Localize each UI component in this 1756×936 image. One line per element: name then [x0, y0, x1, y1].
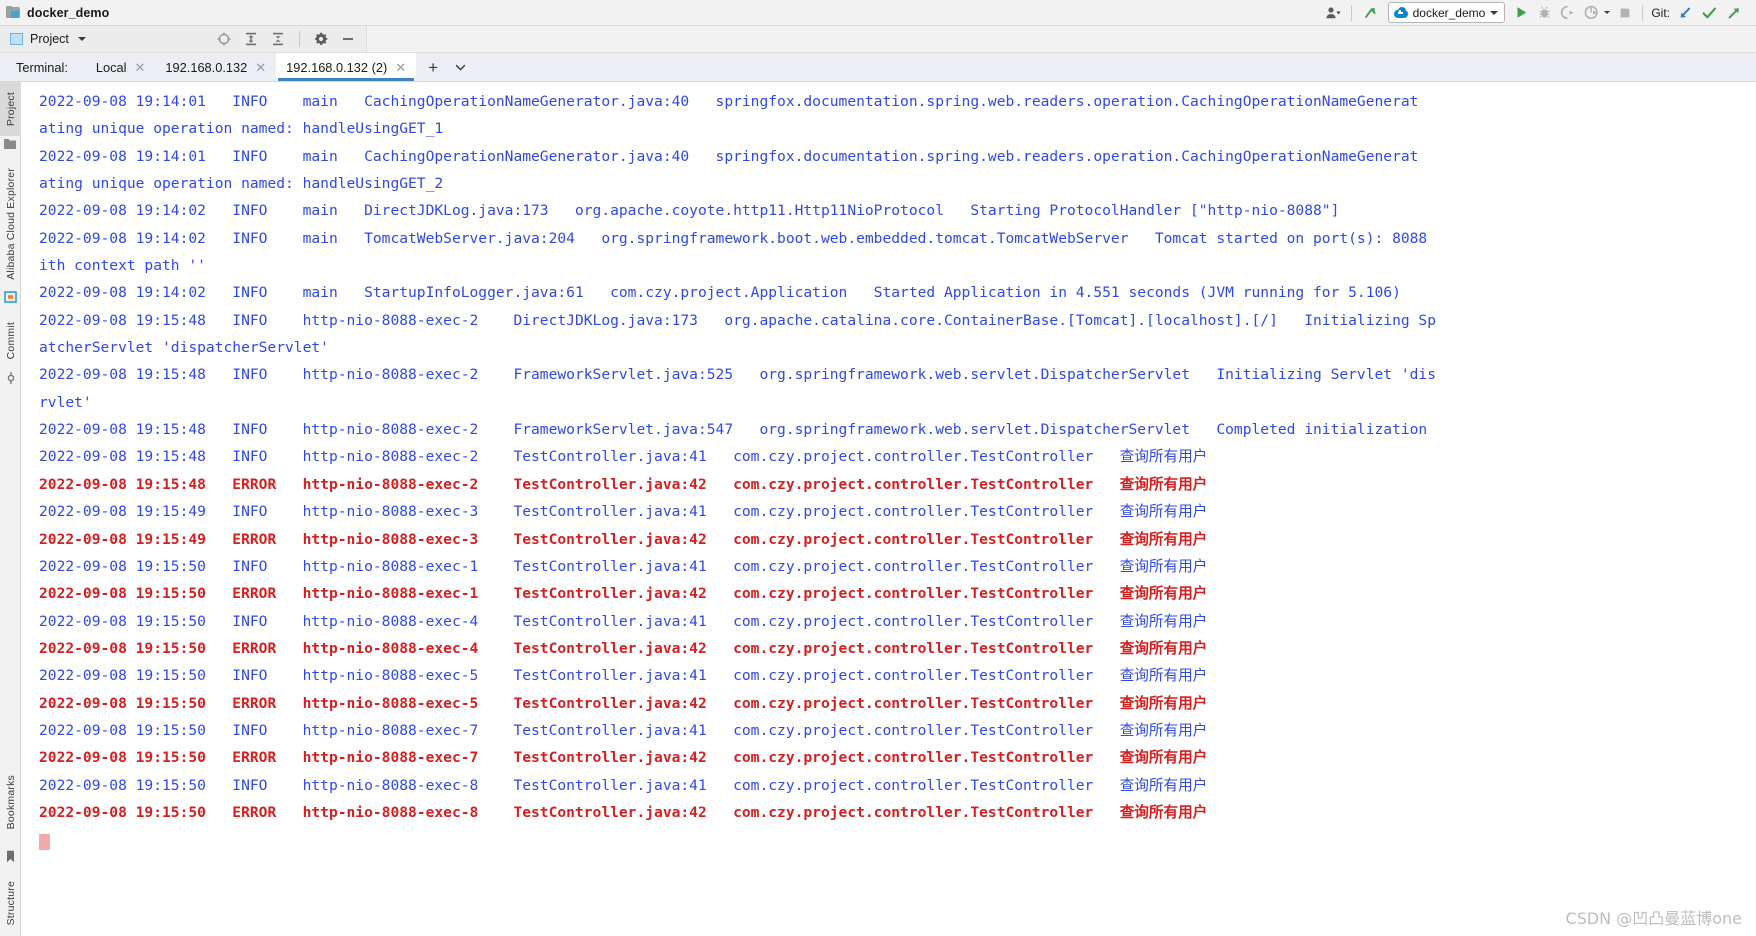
cloud-run-config-icon	[1393, 7, 1408, 18]
window-title: docker_demo	[27, 5, 110, 20]
debug-bug-icon[interactable]	[1533, 2, 1556, 24]
project-tool-bar: Project	[0, 26, 1756, 53]
terminal-tab-192-168-0-132-2[interactable]: 192.168.0.132 (2) ✕	[276, 53, 417, 81]
title-bar-left: docker_demo	[6, 6, 109, 20]
project-panel-label: Project	[30, 32, 69, 46]
settings-gear-icon[interactable]	[309, 28, 333, 50]
close-icon[interactable]: ✕	[255, 61, 266, 74]
log-line: 2022-09-08 19:15:50 ERROR http-nio-8088-…	[39, 749, 1208, 767]
log-line: 2022-09-08 19:15:49 ERROR http-nio-8088-…	[39, 530, 1208, 548]
log-line: ating unique operation named: handleUsin…	[39, 175, 444, 193]
profiler-icon[interactable]	[1580, 2, 1604, 24]
chevron-down-icon	[1490, 10, 1499, 15]
sidebar-item-commit[interactable]: Commit	[0, 312, 21, 370]
terminal-tab-label: Local	[95, 59, 127, 75]
project-panel-actions	[212, 28, 360, 50]
sidebar-item-label: Alibaba Cloud Explorer	[4, 168, 17, 280]
log-line: 2022-09-08 19:15:50 ERROR http-nio-8088-…	[39, 585, 1208, 603]
sidebar-item-project[interactable]: Project	[0, 82, 21, 136]
alibaba-cloud-icon	[0, 288, 21, 306]
profiler-dropdown-icon[interactable]	[1604, 2, 1614, 24]
log-line: 2022-09-08 19:15:48 INFO http-nio-8088-e…	[39, 448, 1208, 466]
log-line: 2022-09-08 19:14:02 INFO main DirectJDKL…	[39, 202, 1340, 220]
log-line: 2022-09-08 19:15:50 ERROR http-nio-8088-…	[39, 639, 1208, 657]
sidebar-item-label: Bookmarks	[4, 774, 17, 830]
green-arrow-up-icon[interactable]	[1358, 2, 1383, 24]
terminal-tabs-chevron-down-icon[interactable]	[446, 53, 475, 81]
log-line: 2022-09-08 19:15:50 ERROR http-nio-8088-…	[39, 694, 1208, 712]
git-push-arrow-icon[interactable]	[1722, 2, 1746, 24]
user-profile-icon[interactable]	[1321, 2, 1345, 24]
log-line: 2022-09-08 19:15:48 INFO http-nio-8088-e…	[39, 366, 1437, 384]
log-line: 2022-09-08 19:15:48 ERROR http-nio-8088-…	[39, 475, 1208, 493]
log-line: 2022-09-08 19:15:50 INFO http-nio-8088-e…	[39, 776, 1208, 794]
log-line: 2022-09-08 19:15:50 INFO http-nio-8088-e…	[39, 557, 1208, 575]
terminal-console-panel[interactable]: 2022-09-08 19:14:01 INFO main CachingOpe…	[21, 82, 1756, 936]
log-line: atcherServlet 'dispatcherServlet'	[39, 339, 329, 357]
sidebar-item-label: Project	[4, 91, 17, 127]
terminal-tab-local[interactable]: Local ✕	[86, 53, 156, 81]
sidebar-item-structure[interactable]: Structure	[0, 870, 21, 936]
log-line: 2022-09-08 19:14:01 INFO main CachingOpe…	[39, 93, 1419, 110]
terminal-tab-192-168-0-132[interactable]: 192.168.0.132 ✕	[155, 53, 276, 81]
log-line: 2022-09-08 19:14:02 INFO main StartupInf…	[39, 284, 1401, 302]
log-line: ating unique operation named: handleUsin…	[39, 120, 444, 138]
toolbar-separator-2	[1642, 4, 1644, 21]
main-body: Project Alibaba Cloud Explorer Commit Bo…	[0, 82, 1756, 936]
title-bar-right: docker_demo Git:	[1321, 2, 1750, 24]
sidebar-item-label: Commit	[4, 322, 17, 360]
sidebar-item-alibaba-cloud-explorer[interactable]: Alibaba Cloud Explorer	[0, 160, 21, 288]
log-line: 2022-09-08 19:15:49 INFO http-nio-8088-e…	[39, 503, 1208, 521]
collapse-all-icon[interactable]	[266, 28, 290, 50]
select-opened-file-icon[interactable]	[212, 28, 236, 50]
log-line: 2022-09-08 19:15:50 INFO http-nio-8088-e…	[39, 612, 1208, 630]
expand-all-icon[interactable]	[239, 28, 263, 50]
log-line: rvlet'	[39, 393, 92, 411]
terminal-output[interactable]: 2022-09-08 19:14:01 INFO main CachingOpe…	[21, 82, 1756, 936]
console-right-gutter	[1752, 82, 1756, 936]
terminal-title: Terminal:	[16, 59, 68, 75]
log-line: 2022-09-08 19:14:02 INFO main TomcatWebS…	[39, 229, 1428, 247]
toolbar-separator-1	[1350, 4, 1352, 21]
title-bar: docker_demo docker_demo Git:	[0, 0, 1756, 26]
log-line: 2022-09-08 19:15:48 INFO http-nio-8088-e…	[39, 421, 1428, 439]
commit-icon	[0, 370, 21, 386]
close-icon[interactable]: ✕	[395, 61, 406, 74]
project-icon	[0, 136, 21, 152]
log-line: 2022-09-08 19:14:01 INFO main CachingOpe…	[39, 147, 1419, 165]
add-tab-icon[interactable]: +	[416, 53, 446, 81]
terminal-tab-label: 192.168.0.132 (2)	[286, 59, 388, 75]
log-line: 2022-09-08 19:15:50 INFO http-nio-8088-e…	[39, 721, 1208, 739]
git-commit-check-icon[interactable]	[1697, 2, 1722, 24]
run-configuration-selector[interactable]: docker_demo	[1387, 2, 1506, 23]
bookmark-icon	[0, 846, 21, 866]
project-folder-icon	[6, 6, 21, 19]
project-bar-separator	[299, 31, 300, 47]
hide-panel-icon[interactable]	[336, 28, 360, 50]
terminal-tab-label: 192.168.0.132	[165, 59, 248, 75]
stop-square-icon[interactable]	[1614, 2, 1636, 24]
run-configuration-label: docker_demo	[1412, 5, 1486, 20]
log-line: 2022-09-08 19:15:50 ERROR http-nio-8088-…	[39, 803, 1208, 821]
ide-window: docker_demo docker_demo Git: Project Ter…	[0, 0, 1756, 936]
log-line: 2022-09-08 19:15:48 INFO http-nio-8088-e…	[39, 311, 1437, 329]
log-line: 2022-09-08 19:15:50 INFO http-nio-8088-e…	[39, 667, 1208, 685]
git-label: Git:	[1651, 5, 1670, 20]
chevron-down-icon[interactable]	[77, 37, 86, 41]
project-tool-bar-inner: Project	[0, 26, 367, 52]
terminal-tab-bar: Terminal: Local ✕ 192.168.0.132 ✕ 192.16…	[0, 53, 1756, 82]
sidebar-item-label: Structure	[4, 880, 17, 926]
project-panel-icon	[10, 33, 23, 45]
close-icon[interactable]: ✕	[135, 61, 146, 74]
sidebar-item-bookmarks[interactable]: Bookmarks	[0, 760, 21, 844]
terminal-cursor	[39, 826, 1756, 853]
add-tab-label: +	[428, 57, 439, 77]
log-line: ith context path ''	[39, 257, 206, 275]
left-tool-strip: Project Alibaba Cloud Explorer Commit Bo…	[0, 82, 21, 936]
run-with-coverage-icon[interactable]	[1556, 2, 1580, 24]
run-play-icon[interactable]	[1510, 2, 1533, 24]
git-update-arrow-icon[interactable]	[1673, 2, 1697, 24]
